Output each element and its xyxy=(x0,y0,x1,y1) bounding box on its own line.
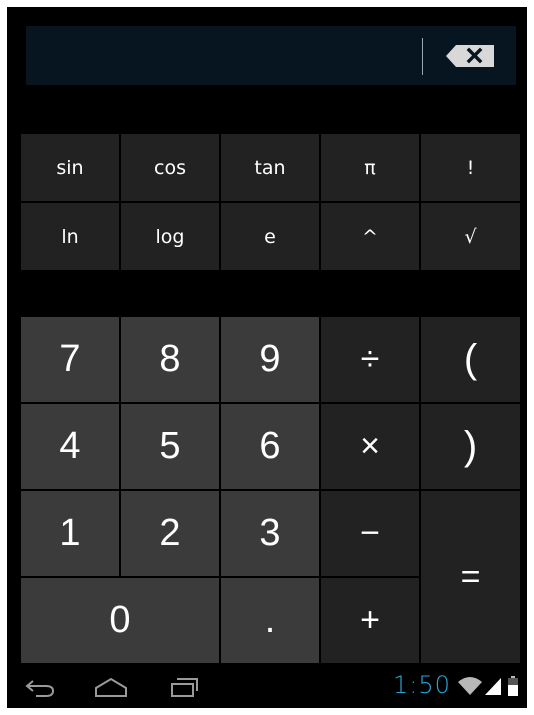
clock-time: 1:50 xyxy=(393,671,451,699)
digit-4-key[interactable]: 4 xyxy=(21,404,119,489)
digit-1-key[interactable]: 1 xyxy=(21,491,119,576)
factorial-key[interactable]: ! xyxy=(421,134,520,201)
plus-key[interactable]: + xyxy=(321,578,419,663)
wifi-icon xyxy=(457,675,483,701)
sqrt-key[interactable]: √ xyxy=(421,203,520,270)
close-paren-key[interactable]: ) xyxy=(421,404,520,489)
digit-7-key[interactable]: 7 xyxy=(21,317,119,402)
divide-key[interactable]: ÷ xyxy=(321,317,419,402)
system-navigation-bar: 1:50 xyxy=(7,667,527,708)
calculator-display xyxy=(26,26,516,87)
digit-0-key[interactable]: 0 xyxy=(21,578,219,663)
digit-3-key[interactable]: 3 xyxy=(221,491,319,576)
backspace-icon xyxy=(444,40,498,70)
calculator-screen: sin cos tan π ! ln log e ^ √ 7 8 9 ÷ ( 4… xyxy=(7,7,527,708)
digit-6-key[interactable]: 6 xyxy=(221,404,319,489)
recent-apps-icon[interactable] xyxy=(169,675,201,703)
multiply-key[interactable]: × xyxy=(321,404,419,489)
minus-key[interactable]: − xyxy=(321,491,419,576)
decimal-point-key[interactable]: . xyxy=(221,578,319,663)
digit-5-key[interactable]: 5 xyxy=(121,404,219,489)
digit-2-key[interactable]: 2 xyxy=(121,491,219,576)
pi-key[interactable]: π xyxy=(321,134,419,201)
tan-key[interactable]: tan xyxy=(221,134,319,201)
signal-icon xyxy=(484,675,502,701)
cos-key[interactable]: cos xyxy=(121,134,219,201)
sin-key[interactable]: sin xyxy=(21,134,119,201)
log-key[interactable]: log xyxy=(121,203,219,270)
battery-icon xyxy=(507,675,519,701)
power-key[interactable]: ^ xyxy=(321,203,419,270)
digit-8-key[interactable]: 8 xyxy=(121,317,219,402)
ln-key[interactable]: ln xyxy=(21,203,119,270)
digit-9-key[interactable]: 9 xyxy=(221,317,319,402)
text-cursor xyxy=(422,38,423,75)
home-icon[interactable] xyxy=(93,676,129,702)
back-icon[interactable] xyxy=(24,675,56,703)
expression-input[interactable] xyxy=(36,26,420,87)
equals-key[interactable]: = xyxy=(421,491,520,663)
backspace-button[interactable] xyxy=(444,40,498,70)
open-paren-key[interactable]: ( xyxy=(421,317,520,402)
e-key[interactable]: e xyxy=(221,203,319,270)
